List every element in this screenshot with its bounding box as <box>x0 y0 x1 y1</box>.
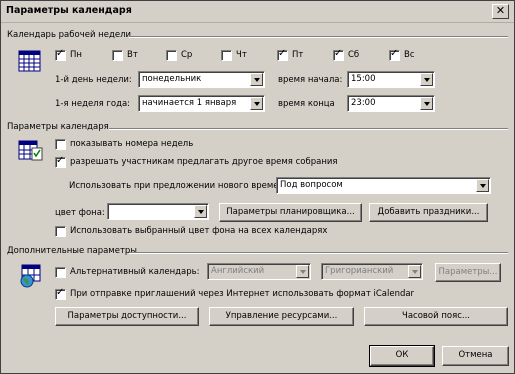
resource-scheduling-button[interactable]: Управление ресурсами... <box>209 307 354 326</box>
add-holidays-button[interactable]: Добавить праздники... <box>369 203 488 222</box>
end-time-select[interactable]: 23:00 <box>347 95 435 112</box>
propose-response-select[interactable]: Под вопросом <box>276 177 491 194</box>
allow-propose-label: разрешать участникам предлагать другое в… <box>70 157 338 167</box>
chevron-down-icon[interactable] <box>250 73 263 86</box>
alt-calendar-language-value: Английский <box>211 266 265 276</box>
propose-response-label: Использовать при предложении нового врем… <box>69 181 293 191</box>
calendar-globe-icon <box>20 264 41 288</box>
title-bar: Параметры календаря ✕ <box>1 1 514 23</box>
day-label: Сб <box>348 50 360 60</box>
chevron-down-icon[interactable] <box>420 73 433 86</box>
close-button[interactable]: ✕ <box>492 4 509 19</box>
propose-response-value: Под вопросом <box>280 180 343 190</box>
start-time-value: 15:00 <box>351 74 376 84</box>
calendar-options-icon <box>18 140 43 161</box>
chevron-down-icon[interactable] <box>296 265 309 278</box>
ok-button[interactable]: ОК <box>369 345 435 367</box>
day-label: Вс <box>404 50 415 60</box>
calendar-options-dialog: Параметры календаря ✕ Календарь рабочей … <box>0 0 515 374</box>
free-busy-options-button[interactable]: Параметры доступности... <box>55 307 199 326</box>
first-day-select[interactable]: понедельник <box>138 71 265 88</box>
day-label: Ср <box>181 50 193 60</box>
alt-calendar-checkbox[interactable] <box>55 267 66 278</box>
chevron-down-icon[interactable] <box>420 97 433 110</box>
icalendar-label: При отправке приглашений через Интернет … <box>70 289 415 299</box>
day-label: Вт <box>127 50 138 60</box>
day-label: Чт <box>236 50 247 60</box>
alt-calendar-type-select[interactable]: Григорианский <box>321 263 423 280</box>
calendar-options-section-title: Параметры календаря <box>7 122 109 132</box>
work-week-section-title: Календарь рабочей недели <box>7 30 132 40</box>
alt-calendar-type-value: Григорианский <box>325 266 394 276</box>
day-checkbox[interactable] <box>166 50 177 61</box>
bg-color-select[interactable] <box>107 203 209 220</box>
first-week-select[interactable]: начинается 1 января <box>138 95 265 112</box>
day-checkbox[interactable] <box>112 50 123 61</box>
alt-calendar-label: Альтернативный календарь: <box>70 267 200 277</box>
day-checkbox[interactable] <box>389 48 400 61</box>
dialog-title: Параметры календаря <box>6 5 132 16</box>
divider <box>129 36 508 38</box>
divider <box>109 128 508 130</box>
day-checkbox[interactable] <box>333 48 344 61</box>
day-checkbox[interactable] <box>221 50 232 61</box>
day-label: Пн <box>70 50 82 60</box>
start-time-select[interactable]: 15:00 <box>347 71 435 88</box>
first-day-value: понедельник <box>142 74 202 84</box>
divider <box>129 252 508 254</box>
alt-calendar-language-select[interactable]: Английский <box>207 263 311 280</box>
icalendar-checkbox[interactable] <box>55 287 66 300</box>
use-bg-all-checkbox[interactable] <box>55 226 66 237</box>
day-checkbox[interactable] <box>55 48 66 61</box>
end-time-value: 23:00 <box>351 98 376 108</box>
chevron-down-icon[interactable] <box>194 205 207 218</box>
first-week-value: начинается 1 января <box>142 98 237 108</box>
chevron-down-icon[interactable] <box>476 179 489 192</box>
first-week-label: 1-я неделя года: <box>55 99 131 109</box>
show-week-numbers-label: показывать номера недель <box>70 139 194 149</box>
chevron-down-icon[interactable] <box>408 265 421 278</box>
alt-calendar-options-button[interactable]: Параметры... <box>435 263 501 282</box>
calendar-grid-icon <box>18 50 41 72</box>
use-bg-all-label: Использовать выбранный цвет фона на всех… <box>70 226 328 236</box>
day-checkbox[interactable] <box>277 48 288 61</box>
show-week-numbers-checkbox[interactable] <box>55 139 66 150</box>
time-zone-button[interactable]: Часовой пояс... <box>364 307 508 326</box>
cancel-button[interactable]: Отмена <box>442 346 509 366</box>
scheduling-options-button[interactable]: Параметры планировщика... <box>219 203 362 222</box>
chevron-down-icon[interactable] <box>250 97 263 110</box>
bg-color-label: цвет фона: <box>55 208 105 218</box>
day-label: Пт <box>292 50 304 60</box>
end-time-label: время конца <box>278 99 335 109</box>
start-time-label: время начала: <box>278 75 343 85</box>
allow-propose-checkbox[interactable] <box>55 155 66 168</box>
first-day-label: 1-й день недели: <box>55 75 132 85</box>
advanced-section-title: Дополнительные параметры <box>7 246 138 256</box>
close-icon: ✕ <box>495 4 506 17</box>
